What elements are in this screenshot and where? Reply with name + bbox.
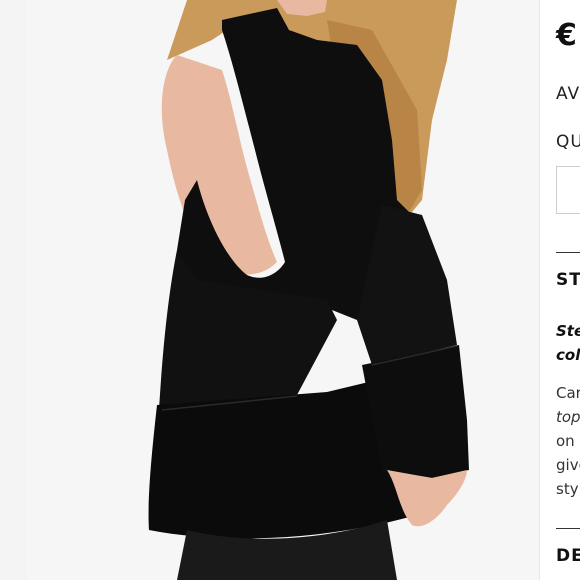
description-line: give	[556, 456, 580, 474]
quantity-label: QU	[556, 132, 580, 152]
section-divider	[556, 528, 580, 529]
availability-label: AV	[556, 84, 580, 104]
description-line: Car	[556, 384, 580, 402]
style-section-title[interactable]: ST	[556, 270, 580, 290]
product-photo-illustration	[27, 0, 540, 580]
description-lead-line: coll	[556, 346, 580, 364]
description-line: on v	[556, 432, 580, 450]
description-line: top	[556, 408, 580, 426]
description-line: styl	[556, 480, 580, 498]
details-section-title[interactable]: DE	[556, 546, 580, 566]
quantity-input[interactable]	[556, 166, 580, 214]
product-image[interactable]	[27, 0, 540, 580]
section-divider	[556, 252, 580, 253]
description-lead-line: Ste	[556, 322, 580, 340]
image-gutter	[0, 0, 27, 580]
product-price: €1	[556, 18, 580, 53]
product-info-panel: €1 AV QU ST Ste coll Car top on v give s…	[540, 0, 580, 580]
